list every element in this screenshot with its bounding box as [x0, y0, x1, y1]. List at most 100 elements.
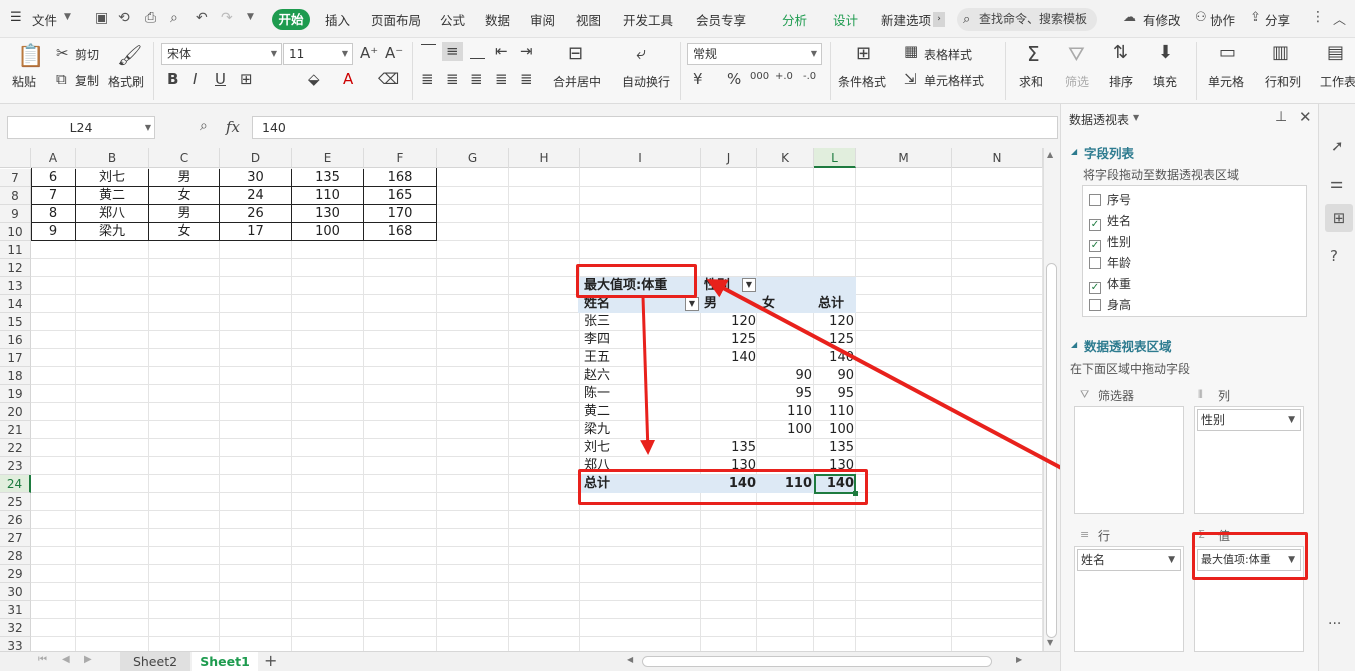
pivot-value-cell[interactable]: 95	[815, 385, 854, 403]
column-header[interactable]: L	[814, 148, 856, 168]
align-bottom-icon[interactable]: ⎽	[470, 44, 485, 59]
prev-sheet-icon[interactable]: ◀	[62, 654, 70, 665]
table-style-icon[interactable]: ▦	[904, 44, 918, 59]
cell-button[interactable]: 单元格	[1208, 73, 1244, 90]
row-area[interactable]: 姓名 ▼	[1074, 546, 1184, 652]
fill-color-icon[interactable]: ⬙	[308, 72, 320, 87]
thousands-icon[interactable]: 000	[750, 72, 769, 82]
row-header[interactable]: 28	[0, 547, 31, 565]
tab-review[interactable]: 审阅	[530, 10, 555, 29]
first-sheet-icon[interactable]: ⏮	[38, 654, 47, 665]
collapse-triangle-icon[interactable]: ◢	[1071, 340, 1077, 349]
column-header[interactable]: H	[509, 148, 580, 168]
share-button[interactable]: 分享	[1265, 10, 1290, 29]
row-header[interactable]: 18	[0, 367, 31, 385]
pivot-value-cell[interactable]: 100	[815, 421, 854, 439]
select-all-corner[interactable]	[0, 148, 31, 168]
scroll-up-icon[interactable]: ▲	[1047, 150, 1053, 159]
column-header[interactable]: N	[952, 148, 1043, 168]
tab-member[interactable]: 会员专享	[696, 10, 746, 29]
table-cell[interactable]: 130	[292, 205, 364, 223]
pivot-row-label[interactable]: 陈一	[584, 385, 610, 403]
tab-start[interactable]: 开始	[272, 9, 310, 30]
menu-icon[interactable]: ☰	[10, 10, 22, 25]
more-icon[interactable]: ⋮	[1311, 9, 1325, 25]
table-cell[interactable]: 刘七	[76, 169, 149, 187]
help-icon[interactable]: ?	[1330, 247, 1338, 265]
more-tabs-icon[interactable]: ›	[933, 12, 945, 27]
next-sheet-icon[interactable]: ▶	[84, 654, 92, 665]
column-header[interactable]: E	[292, 148, 364, 168]
table-cell[interactable]: 黄二	[76, 187, 149, 205]
tab-analyze[interactable]: 分析	[782, 10, 807, 29]
sum-icon[interactable]: Σ	[1027, 44, 1040, 64]
pivot-value-cell[interactable]: 100	[758, 421, 812, 439]
checkbox-icon[interactable]	[1089, 299, 1101, 311]
paste-icon[interactable]: 📋	[17, 46, 44, 68]
checkbox-checked-icon[interactable]: ✓	[1089, 219, 1101, 231]
font-shrink-icon[interactable]: A⁻	[385, 46, 403, 61]
filter-icon[interactable]: ⛛	[1068, 44, 1085, 64]
table-cell[interactable]: 男	[149, 169, 220, 187]
pivot-row-label[interactable]: 张三	[584, 313, 610, 331]
pivot-value-cell[interactable]	[758, 349, 812, 367]
close-icon[interactable]: ✕	[1299, 108, 1312, 126]
field-item[interactable]: ✓ 姓名	[1089, 211, 1131, 231]
column-header[interactable]: B	[76, 148, 149, 168]
cell-icon[interactable]: ▭	[1219, 44, 1236, 62]
number-format-select[interactable]: 常规 ▼	[687, 43, 822, 65]
table-cell[interactable]: 6	[31, 169, 76, 187]
vertical-scrollbar[interactable]: ▲ ▼	[1043, 148, 1060, 651]
pivot-col-field[interactable]: 性别	[704, 277, 730, 295]
clear-format-icon[interactable]: ⌫	[378, 72, 399, 87]
pivot-value-cell[interactable]: 110	[815, 403, 854, 421]
sum-button[interactable]: 求和	[1019, 73, 1043, 90]
tab-insert[interactable]: 插入	[325, 10, 350, 29]
table-cell[interactable]: 女	[149, 223, 220, 241]
row-header[interactable]: 23	[0, 457, 31, 475]
pivot-row-label[interactable]: 黄二	[584, 403, 610, 421]
fill-icon[interactable]: ⬇	[1158, 44, 1173, 62]
border-icon[interactable]: ⊞	[240, 72, 253, 87]
row-header[interactable]: 22	[0, 439, 31, 457]
collaborate-button[interactable]: 协作	[1210, 10, 1235, 29]
field-item[interactable]: ✓ 体重	[1089, 274, 1131, 294]
pivot-value-cell[interactable]: 140	[700, 349, 756, 367]
pivot-value-cell[interactable]	[758, 439, 812, 457]
pivot-row-label[interactable]: 赵六	[584, 367, 610, 385]
pivot-row-label[interactable]: 王五	[584, 349, 610, 367]
copy-icon[interactable]: ⧉	[56, 72, 67, 87]
pivot-value-cell[interactable]	[700, 385, 756, 403]
checkbox-icon[interactable]	[1089, 194, 1101, 206]
align-middle-icon[interactable]: ≡	[442, 42, 463, 61]
align-right-icon[interactable]: ≣	[470, 72, 483, 87]
row-header[interactable]: 21	[0, 421, 31, 439]
format-painter-button[interactable]: 格式刷	[108, 73, 144, 90]
decrease-decimal-icon[interactable]: -.0	[803, 72, 816, 82]
spreadsheet-grid[interactable]: ABCDEFGHIJKLMN 7 8 9 10 11 12 13 14 15 16 17 18 19 20…	[0, 148, 1060, 651]
column-header[interactable]: I	[580, 148, 701, 168]
table-style-button[interactable]: 表格样式	[924, 46, 972, 63]
name-box[interactable]: L24 ▼	[7, 116, 155, 139]
pivot-value-cell[interactable]: 90	[758, 367, 812, 385]
sheet-tab-sheet2[interactable]: Sheet2	[120, 652, 190, 671]
paste-button[interactable]: 粘贴	[12, 73, 36, 90]
pivot-value-cell[interactable]: 125	[700, 331, 756, 349]
row-header[interactable]: 11	[0, 241, 31, 259]
table-cell[interactable]: 30	[220, 169, 292, 187]
field-item[interactable]: 年龄	[1089, 253, 1131, 273]
row-header[interactable]: 29	[0, 565, 31, 583]
table-cell[interactable]: 100	[292, 223, 364, 241]
pivot-value-cell[interactable]	[700, 421, 756, 439]
align-top-icon[interactable]: ⎺	[421, 44, 436, 59]
row-header[interactable]: 25	[0, 493, 31, 511]
tab-formula[interactable]: 公式	[440, 10, 465, 29]
table-cell[interactable]: 郑八	[76, 205, 149, 223]
table-cell[interactable]: 170	[364, 205, 437, 223]
pivot-value-cell[interactable]: 95	[758, 385, 812, 403]
add-sheet-icon[interactable]: +	[264, 651, 277, 670]
font-size-select[interactable]: 11 ▼	[283, 43, 353, 65]
row-header[interactable]: 31	[0, 601, 31, 619]
table-cell[interactable]: 168	[364, 169, 437, 187]
row-header[interactable]: 33	[0, 637, 31, 651]
